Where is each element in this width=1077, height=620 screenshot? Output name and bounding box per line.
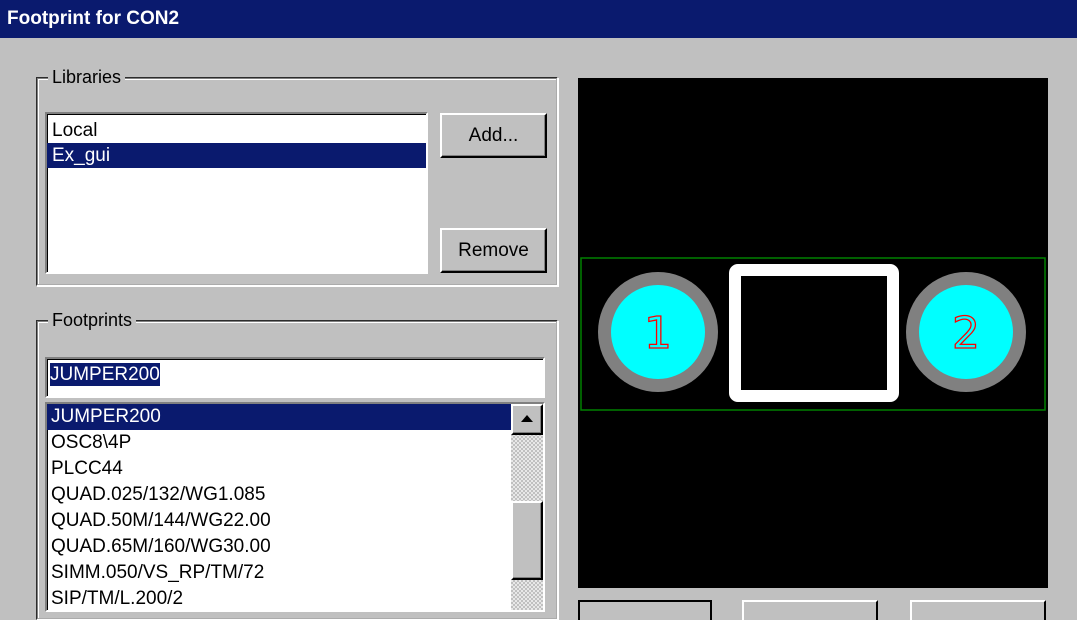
footprint-filter-value: JUMPER200 [50, 363, 160, 386]
preview-button-3[interactable] [910, 600, 1046, 620]
scroll-thumb[interactable] [511, 501, 543, 580]
footprint-item[interactable]: QUAD.025/132/WG1.085 [47, 482, 511, 508]
footprint-item[interactable]: QUAD.65M/160/WG30.00 [47, 534, 511, 560]
footprint-item[interactable]: JUMPER200 [47, 404, 511, 430]
window-title: Footprint for CON2 [7, 8, 180, 29]
preview-button-2[interactable] [742, 600, 878, 620]
footprint-item[interactable]: SIMM.050/VS_RP/TM/72 [47, 560, 511, 586]
footprints-label: Footprints [48, 310, 137, 331]
footprint-graphic: 1 2 [580, 257, 1046, 411]
pad-2-label: 2 [952, 308, 980, 359]
footprint-item[interactable]: PLCC44 [47, 456, 511, 482]
add-library-button[interactable]: Add... [440, 113, 547, 158]
footprints-list[interactable]: JUMPER200 OSC8\4P PLCC44 QUAD.025/132/WG1.0… [45, 402, 545, 612]
library-item[interactable]: Ex_gui [47, 143, 426, 168]
pad-1: 1 [598, 272, 718, 392]
footprint-item[interactable]: QUAD.50M/144/WG22.00 [47, 508, 511, 534]
remove-library-button[interactable]: Remove [440, 228, 547, 273]
library-item[interactable]: Local [47, 118, 426, 143]
libraries-list[interactable]: Local Ex_gui [45, 112, 428, 274]
footprint-filter-input[interactable]: JUMPER200 [45, 357, 545, 398]
footprint-preview: 1 2 [578, 78, 1048, 588]
libraries-label: Libraries [48, 67, 126, 88]
arrow-up-icon [521, 415, 533, 422]
footprint-item[interactable]: SIP/TM/L.200/2 [47, 586, 511, 610]
window-title-bar: Footprint for CON2 [0, 0, 1077, 38]
preview-button-1[interactable] [578, 600, 712, 620]
component-body [729, 264, 899, 402]
footprints-scrollbar[interactable] [511, 404, 543, 610]
footprint-item[interactable]: OSC8\4P [47, 430, 511, 456]
pad-2: 2 [906, 272, 1026, 392]
scroll-up-button[interactable] [511, 404, 543, 435]
pad-1-label: 1 [644, 308, 672, 359]
